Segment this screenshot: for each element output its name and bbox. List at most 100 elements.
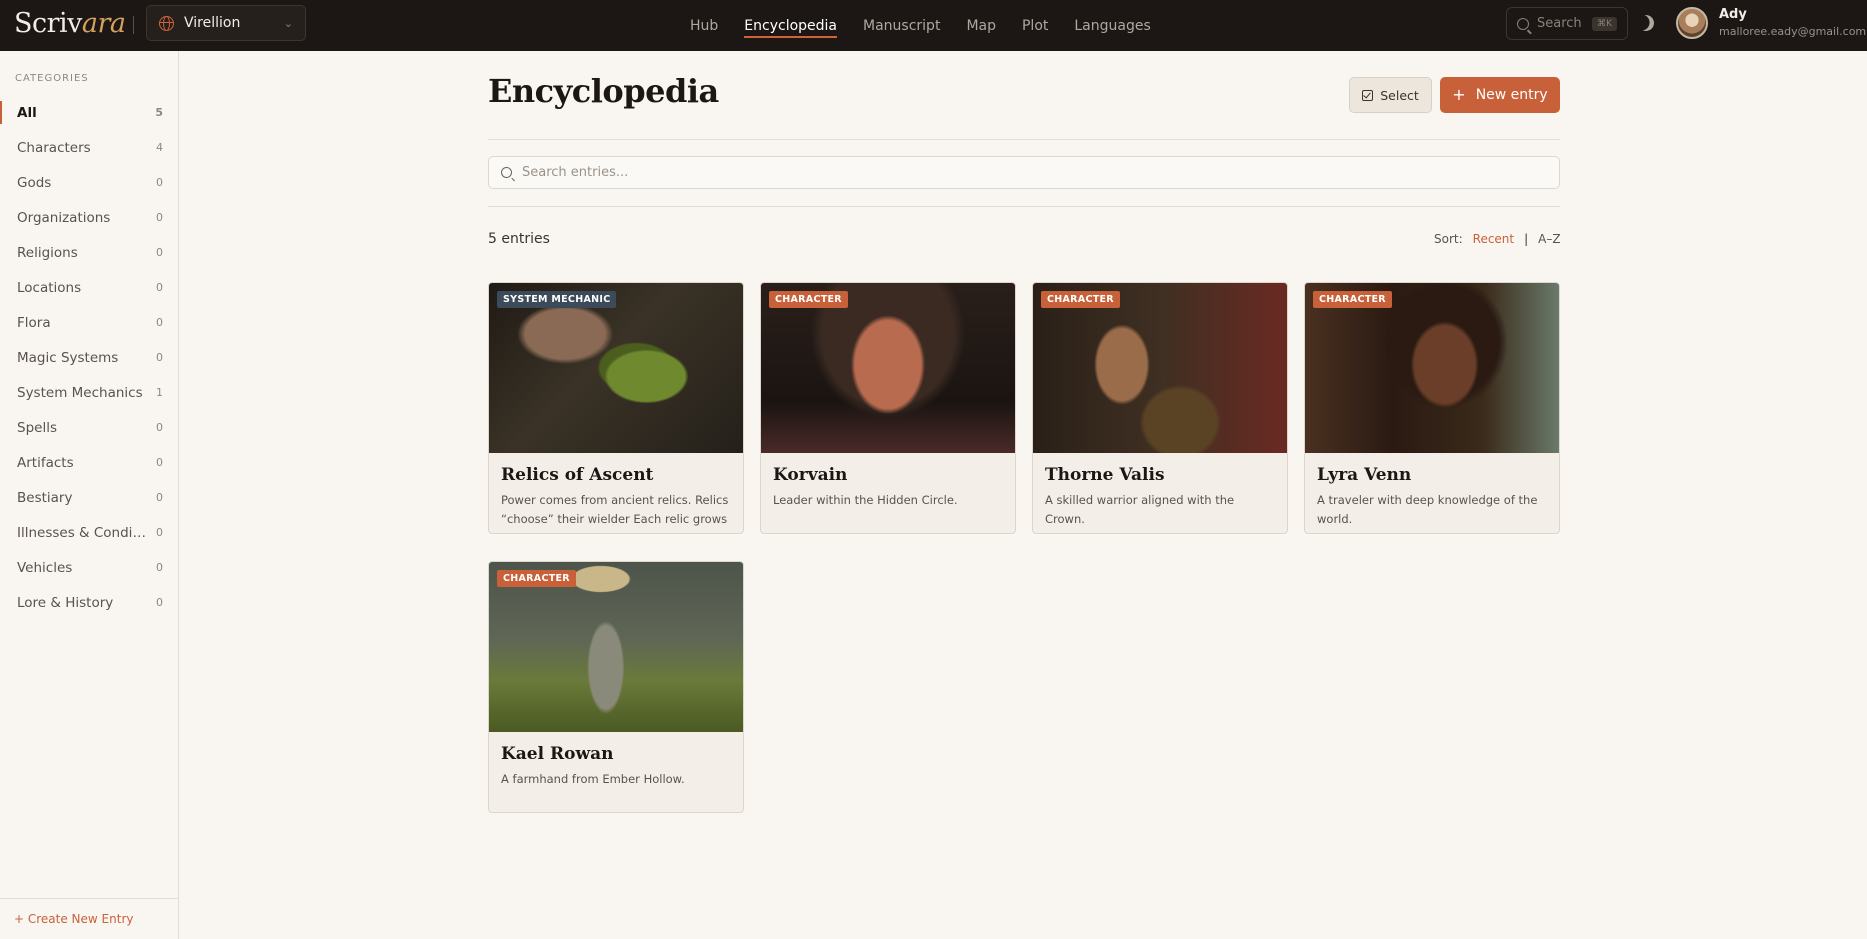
entry-card-kael-rowan[interactable]: CHARACTER Kael Rowan A farmhand from Emb…	[488, 561, 744, 813]
sidebar-item-label: Gods	[17, 174, 52, 191]
user-name: Ady	[1719, 7, 1747, 22]
sidebar-item-count: 4	[156, 141, 163, 154]
top-bar: Scrivara Virellion ⌄ Hub Encyclopedia Ma…	[0, 0, 1867, 51]
project-selector[interactable]: Virellion ⌄	[146, 5, 306, 41]
entry-description: A farmhand from Ember Hollow.	[501, 772, 685, 786]
search-shortcut: ⌘K	[1592, 16, 1617, 31]
moon-icon[interactable]	[1636, 13, 1657, 34]
sidebar-item-label: All	[17, 104, 37, 121]
sidebar-item-flora[interactable]: Flora 0	[0, 305, 179, 340]
new-entry-button[interactable]: + New entry	[1440, 77, 1560, 113]
sidebar-item-count: 0	[156, 351, 163, 364]
nav-plot[interactable]: Plot	[1022, 0, 1048, 51]
entry-title: Korvain	[773, 465, 848, 485]
entry-count: 5 entries	[488, 231, 550, 247]
entry-card-lyra-venn[interactable]: CHARACTER Lyra Venn A traveler with deep…	[1304, 282, 1560, 534]
sort-controls: Sort: Recent | A–Z	[1434, 232, 1561, 246]
nav-hub[interactable]: Hub	[690, 0, 718, 51]
select-button[interactable]: Select	[1349, 77, 1432, 113]
sidebar-item-count: 0	[156, 526, 163, 539]
entry-image: CHARACTER	[1305, 283, 1559, 453]
entry-type-badge: CHARACTER	[1041, 291, 1120, 308]
create-new-entry-link[interactable]: + Create New Entry	[0, 898, 179, 939]
sidebar-item-spells[interactable]: Spells 0	[0, 410, 179, 445]
categories-heading: CATEGORIES	[15, 73, 89, 84]
global-search-button[interactable]: Search ⌘K	[1506, 7, 1628, 40]
sidebar-item-label: Characters	[17, 139, 91, 156]
project-name: Virellion	[184, 15, 241, 31]
logo-divider	[133, 16, 134, 34]
entry-type-badge: CHARACTER	[769, 291, 848, 308]
entries-search-input[interactable]	[522, 165, 1547, 180]
sort-az[interactable]: A–Z	[1538, 232, 1560, 246]
sidebar-item-characters[interactable]: Characters 4	[0, 130, 179, 165]
sort-separator: |	[1524, 232, 1529, 246]
sidebar-item-count: 0	[156, 421, 163, 434]
sidebar-item-organizations[interactable]: Organizations 0	[0, 200, 179, 235]
sidebar-item-bestiary[interactable]: Bestiary 0	[0, 480, 179, 515]
sidebar-item-gods[interactable]: Gods 0	[0, 165, 179, 200]
search-icon	[1517, 17, 1529, 30]
sidebar-item-lore-history[interactable]: Lore & History 0	[0, 585, 179, 620]
sidebar-item-artifacts[interactable]: Artifacts 0	[0, 445, 179, 480]
nav-languages[interactable]: Languages	[1074, 0, 1150, 51]
sidebar-item-count: 1	[156, 386, 163, 399]
global-search-label: Search	[1537, 16, 1582, 31]
sidebar-item-count: 0	[156, 561, 163, 574]
sidebar-item-illnesses-conditions[interactable]: Illnesses & Conditions 0	[0, 515, 179, 550]
page-title: Encyclopedia	[488, 72, 719, 110]
entry-title: Lyra Venn	[1317, 465, 1412, 485]
nav-map[interactable]: Map	[966, 0, 996, 51]
entry-image: CHARACTER	[489, 562, 743, 732]
sidebar-item-label: Lore & History	[17, 594, 114, 611]
nav-manuscript[interactable]: Manuscript	[863, 0, 940, 51]
checkbox-icon	[1362, 89, 1374, 101]
entry-image: CHARACTER	[761, 283, 1015, 453]
sidebar-item-count: 0	[156, 491, 163, 504]
sidebar-item-magic-systems[interactable]: Magic Systems 0	[0, 340, 179, 375]
entry-card-korvain[interactable]: CHARACTER Korvain Leader within the Hidd…	[760, 282, 1016, 534]
search-icon	[501, 167, 512, 178]
entry-card-thorne-valis[interactable]: CHARACTER Thorne Valis A skilled warrior…	[1032, 282, 1288, 534]
sidebar-item-label: System Mechanics	[17, 384, 143, 401]
app-logo[interactable]: Scrivara	[14, 8, 126, 39]
entry-description: Power comes from ancient relics. Relics …	[501, 493, 729, 533]
sidebar-item-label: Locations	[17, 279, 82, 296]
entry-description: A skilled warrior aligned with the Crown…	[1045, 493, 1235, 526]
sidebar-item-count: 0	[156, 281, 163, 294]
sidebar-item-count: 5	[155, 106, 163, 119]
sidebar-item-count: 0	[156, 211, 163, 224]
chevron-down-icon: ⌄	[283, 16, 293, 30]
entry-title: Thorne Valis	[1045, 465, 1165, 485]
sidebar-item-locations[interactable]: Locations 0	[0, 270, 179, 305]
nav-encyclopedia[interactable]: Encyclopedia	[744, 0, 837, 51]
entry-card-relics-of-ascent[interactable]: SYSTEM MECHANIC Relics of Ascent Power c…	[488, 282, 744, 534]
divider	[488, 139, 1560, 140]
sidebar-item-label: Flora	[17, 314, 51, 331]
entry-image: CHARACTER	[1033, 283, 1287, 453]
avatar[interactable]	[1676, 7, 1708, 39]
category-sidebar: CATEGORIES All 5 Characters 4 Gods 0 Organizat…	[0, 51, 179, 939]
sort-label: Sort:	[1434, 232, 1463, 246]
entry-type-badge: CHARACTER	[497, 570, 576, 587]
new-entry-label: New entry	[1475, 87, 1548, 103]
sidebar-item-count: 0	[156, 596, 163, 609]
select-button-label: Select	[1380, 87, 1419, 103]
sidebar-item-count: 0	[156, 316, 163, 329]
sidebar-item-religions[interactable]: Religions 0	[0, 235, 179, 270]
user-email: malloree.eady@gmail.com	[1719, 25, 1867, 38]
sidebar-item-all[interactable]: All 5	[0, 95, 179, 130]
sidebar-item-vehicles[interactable]: Vehicles 0	[0, 550, 179, 585]
divider	[488, 206, 1560, 207]
sidebar-item-label: Bestiary	[17, 489, 73, 506]
sidebar-item-label: Magic Systems	[17, 349, 119, 366]
entry-type-badge: SYSTEM MECHANIC	[497, 291, 617, 308]
entry-description: A traveler with deep knowledge of the wo…	[1317, 493, 1538, 526]
sidebar-item-label: Organizations	[17, 209, 111, 226]
sidebar-item-system-mechanics[interactable]: System Mechanics 1	[0, 375, 179, 410]
main-nav: Hub Encyclopedia Manuscript Map Plot Lan…	[690, 0, 1151, 51]
sort-recent[interactable]: Recent	[1473, 232, 1514, 246]
entries-search-box	[488, 156, 1560, 189]
sidebar-item-label: Spells	[17, 419, 57, 436]
sidebar-item-label: Artifacts	[17, 454, 74, 471]
